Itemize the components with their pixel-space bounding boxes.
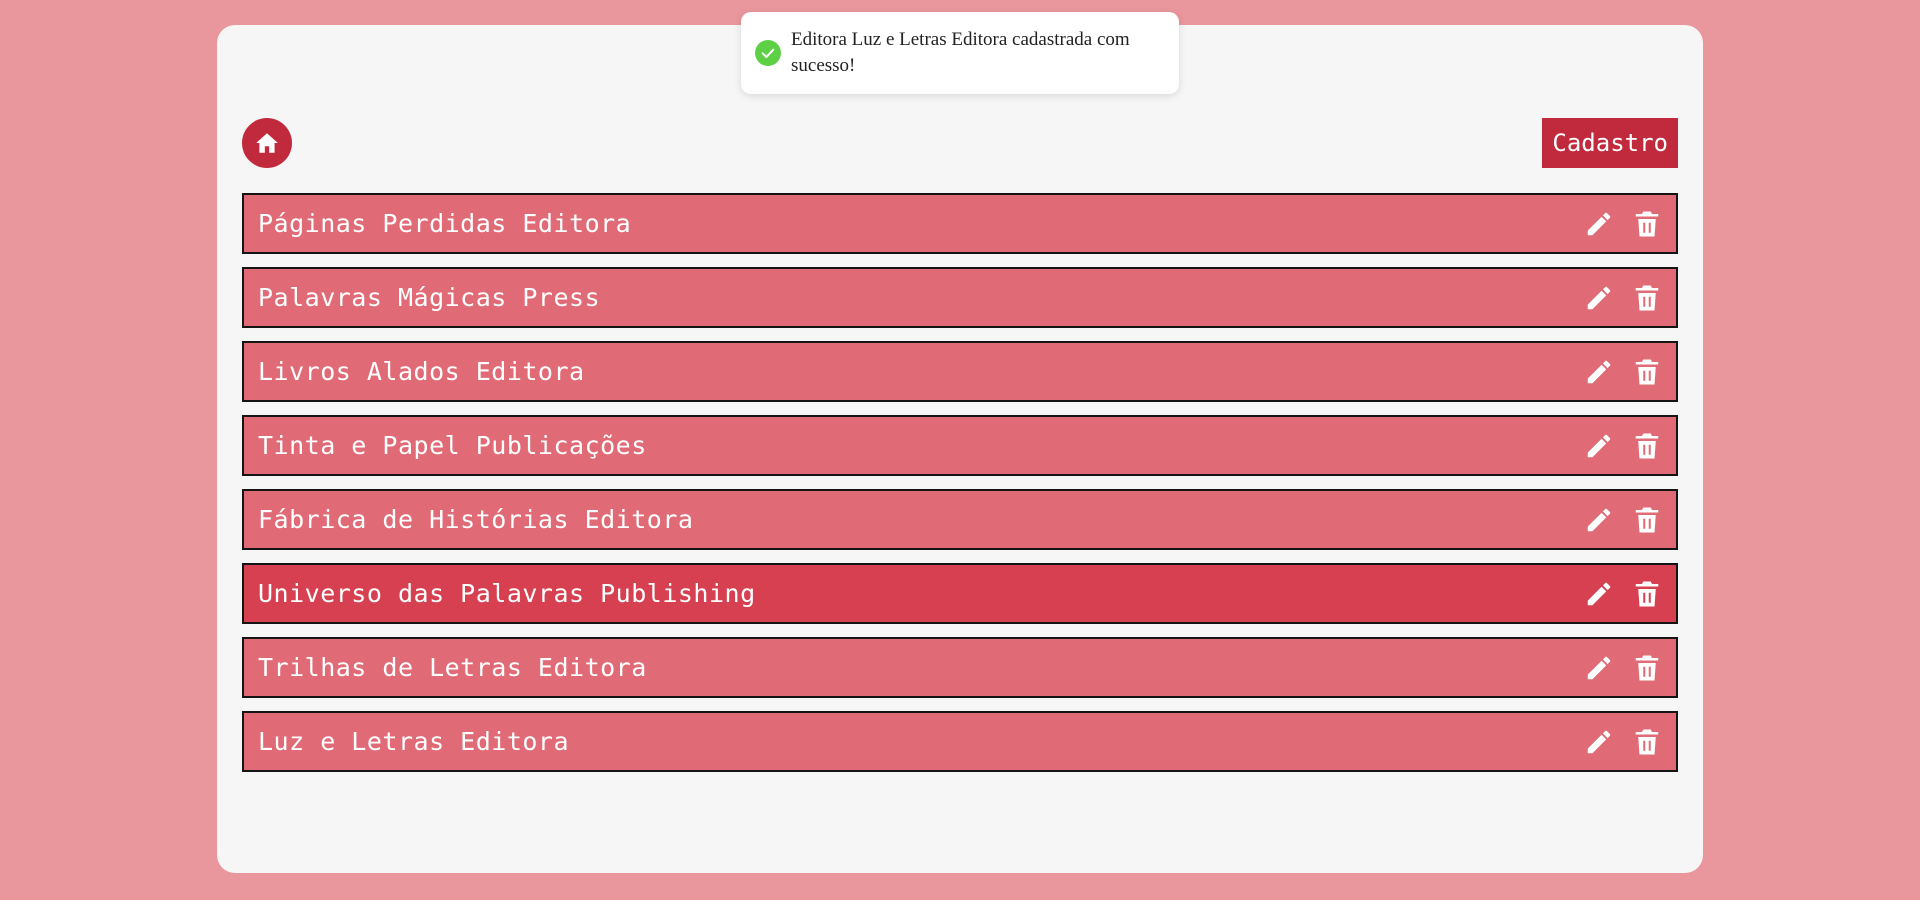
delete-button[interactable] <box>1632 209 1662 239</box>
trash-icon <box>1635 285 1659 310</box>
list-item[interactable]: Universo das Palavras Publishing <box>242 563 1678 624</box>
pencil-icon <box>1587 360 1611 383</box>
publisher-name: Palavras Mágicas Press <box>258 283 601 312</box>
row-actions <box>1584 357 1662 387</box>
edit-button[interactable] <box>1584 209 1614 239</box>
list-item[interactable]: Palavras Mágicas Press <box>242 267 1678 328</box>
main-panel: Cadastro Páginas Perdidas Editora Palavr… <box>217 25 1703 873</box>
row-actions <box>1584 727 1662 757</box>
row-actions <box>1584 653 1662 683</box>
trash-icon <box>1635 359 1659 384</box>
trash-icon <box>1635 507 1659 532</box>
publisher-name: Trilhas de Letras Editora <box>258 653 647 682</box>
toast-message: Editora Luz e Letras Editora cadastrada … <box>791 29 1130 76</box>
pencil-icon <box>1587 286 1611 309</box>
list-item[interactable]: Luz e Letras Editora <box>242 711 1678 772</box>
edit-button[interactable] <box>1584 505 1614 535</box>
delete-button[interactable] <box>1632 357 1662 387</box>
publisher-name: Universo das Palavras Publishing <box>258 579 756 608</box>
publisher-name: Páginas Perdidas Editora <box>258 209 632 238</box>
delete-button[interactable] <box>1632 727 1662 757</box>
pencil-icon <box>1587 434 1611 457</box>
trash-icon <box>1635 581 1659 606</box>
edit-button[interactable] <box>1584 283 1614 313</box>
list-item[interactable]: Fábrica de Histórias Editora <box>242 489 1678 550</box>
publisher-name: Fábrica de Histórias Editora <box>258 505 694 534</box>
publisher-list: Páginas Perdidas Editora Palavras Mágica… <box>242 193 1678 785</box>
success-toast[interactable]: Editora Luz e Letras Editora cadastrada … <box>741 12 1179 94</box>
edit-button[interactable] <box>1584 727 1614 757</box>
cadastro-button[interactable]: Cadastro <box>1542 118 1678 168</box>
list-item[interactable]: Trilhas de Letras Editora <box>242 637 1678 698</box>
trash-icon <box>1635 433 1659 458</box>
home-icon <box>256 133 278 153</box>
row-actions <box>1584 209 1662 239</box>
row-actions <box>1584 283 1662 313</box>
pencil-icon <box>1587 212 1611 235</box>
publisher-name: Livros Alados Editora <box>258 357 585 386</box>
pencil-icon <box>1587 730 1611 753</box>
list-item[interactable]: Livros Alados Editora <box>242 341 1678 402</box>
publisher-name: Luz e Letras Editora <box>258 727 570 756</box>
list-item[interactable]: Páginas Perdidas Editora <box>242 193 1678 254</box>
trash-icon <box>1635 211 1659 236</box>
pencil-icon <box>1587 508 1611 531</box>
edit-button[interactable] <box>1584 357 1614 387</box>
row-actions <box>1584 579 1662 609</box>
row-actions <box>1584 431 1662 461</box>
check-circle-icon <box>755 40 781 66</box>
delete-button[interactable] <box>1632 579 1662 609</box>
row-actions <box>1584 505 1662 535</box>
publisher-name: Tinta e Papel Publicações <box>258 431 647 460</box>
pencil-icon <box>1587 582 1611 605</box>
delete-button[interactable] <box>1632 505 1662 535</box>
trash-icon <box>1635 729 1659 754</box>
home-button[interactable] <box>242 118 292 168</box>
delete-button[interactable] <box>1632 431 1662 461</box>
pencil-icon <box>1587 656 1611 679</box>
edit-button[interactable] <box>1584 579 1614 609</box>
delete-button[interactable] <box>1632 283 1662 313</box>
edit-button[interactable] <box>1584 431 1614 461</box>
edit-button[interactable] <box>1584 653 1614 683</box>
trash-icon <box>1635 655 1659 680</box>
list-item[interactable]: Tinta e Papel Publicações <box>242 415 1678 476</box>
delete-button[interactable] <box>1632 653 1662 683</box>
